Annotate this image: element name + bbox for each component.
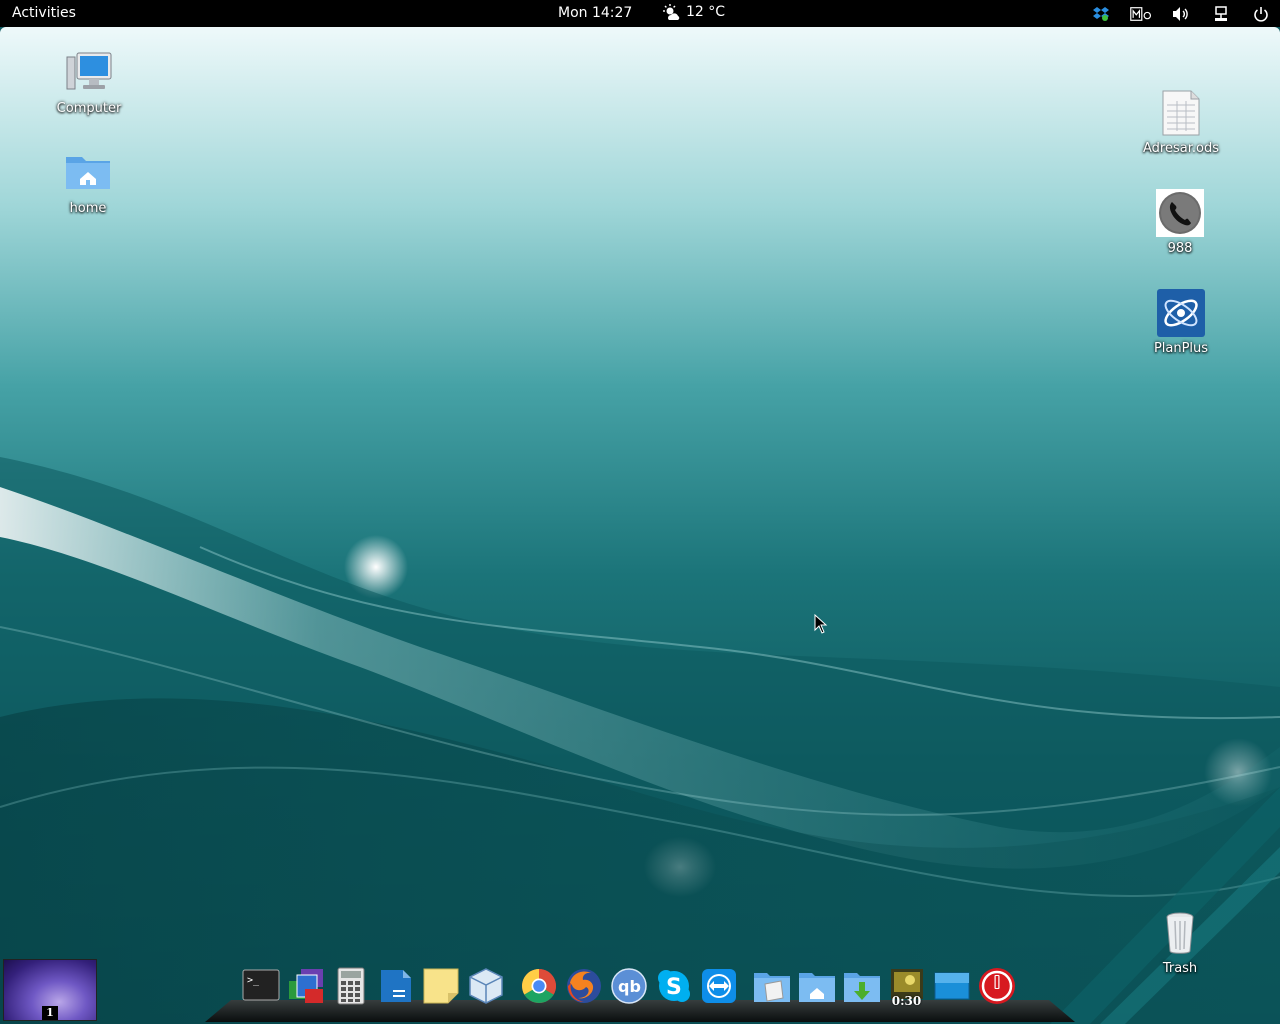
home-folder-icon <box>798 973 835 1002</box>
downloads-folder-icon <box>843 973 880 1002</box>
dock-item-qbittorrent[interactable]: qb <box>606 964 651 1008</box>
sun-cloud-icon <box>663 4 680 20</box>
dock-item-writer[interactable] <box>373 964 418 1008</box>
dock-item-show-desktop[interactable] <box>929 964 974 1008</box>
dock-item-teamviewer[interactable] <box>696 964 741 1008</box>
libreoffice-writer-icon <box>380 970 411 1002</box>
dock-item-virtualbox[interactable] <box>463 964 508 1008</box>
dock-item-image-viewer[interactable] <box>283 964 328 1008</box>
workspace-number: 1 <box>42 1006 58 1020</box>
dock-item-calculator[interactable] <box>328 964 373 1008</box>
dropbox-icon[interactable] <box>1090 3 1112 24</box>
workspace-switcher[interactable]: 1 <box>3 959 97 1021</box>
clock[interactable]: Mon 14:27 <box>558 5 632 21</box>
desktop-icon-988[interactable]: 988 <box>1135 189 1225 256</box>
desktop-icon-adresar[interactable]: Adresar.ods <box>1136 89 1226 156</box>
sticky-notes-icon <box>423 968 458 1004</box>
desktop-icon-label: Computer <box>56 101 122 116</box>
desktop-icon-label: Trash <box>1162 961 1198 976</box>
planplus-icon <box>1157 289 1205 337</box>
svg-text:>_: >_ <box>247 975 260 986</box>
dock-item-notes[interactable] <box>418 964 463 1008</box>
volume-icon[interactable] <box>1170 3 1192 24</box>
desktop-icon-label: PlanPlus <box>1153 341 1209 356</box>
dock-item-video[interactable]: 0:30 <box>884 964 929 1008</box>
dock-item-chrome[interactable] <box>516 964 561 1008</box>
input-method-icon[interactable] <box>1130 3 1152 24</box>
temperature-label: 12 °C <box>686 4 726 20</box>
show-desktop-icon <box>934 972 969 1000</box>
qbittorrent-icon: qb <box>610 968 647 1004</box>
mouse-cursor-icon <box>814 614 828 634</box>
desktop[interactable]: Computer home Adresar.ods 988 PlanPlus T… <box>0 27 1280 1024</box>
desktop-icon-computer[interactable]: Computer <box>44 49 134 116</box>
desktop-icon-label: 988 <box>1167 241 1193 256</box>
documents-folder-icon <box>753 973 790 1002</box>
dock-item-home[interactable] <box>794 964 839 1008</box>
calculator-icon <box>337 967 364 1005</box>
desktop-icon-label: Adresar.ods <box>1143 141 1219 156</box>
top-bar: Activities Mon 14:27 12 °C <box>0 0 1280 27</box>
activities-button[interactable]: Activities <box>12 5 76 21</box>
skype-icon: S <box>657 970 690 1002</box>
phone-icon <box>1156 189 1204 237</box>
chrome-icon <box>521 969 556 1003</box>
dock-item-documents[interactable] <box>749 964 794 1008</box>
dock-item-downloads[interactable] <box>839 964 884 1008</box>
dock-item-shutdown[interactable] <box>974 964 1019 1008</box>
desktop-icon-home[interactable]: home <box>43 149 133 216</box>
dock-item-firefox[interactable] <box>561 964 606 1008</box>
video-duration-badge: 0:30 <box>891 994 922 1008</box>
desktop-icon-trash[interactable]: Trash <box>1135 909 1225 976</box>
system-tray <box>1090 3 1272 24</box>
spreadsheet-file-icon <box>1162 90 1200 136</box>
svg-text:qb: qb <box>618 977 641 996</box>
weather-indicator[interactable]: 12 °C <box>663 4 725 20</box>
shutdown-icon <box>978 968 1015 1004</box>
dock-item-skype[interactable]: S <box>651 964 696 1008</box>
teamviewer-icon <box>701 969 736 1003</box>
svg-text:S: S <box>666 975 682 1000</box>
trash-icon <box>1166 912 1194 954</box>
wallpaper-waves <box>0 457 1280 1024</box>
firefox-icon <box>566 969 601 1003</box>
virtualbox-icon <box>468 968 503 1004</box>
desktop-icon-label: home <box>69 201 107 216</box>
home-folder-icon <box>66 157 110 189</box>
image-viewer-icon <box>288 969 323 1003</box>
computer-icon <box>66 52 112 90</box>
power-icon[interactable] <box>1250 3 1272 24</box>
dock: >_ qb S 0:30 <box>238 964 1019 1008</box>
dock-item-terminal[interactable]: >_ <box>238 964 283 1008</box>
network-wired-icon[interactable] <box>1210 3 1232 24</box>
desktop-icon-planplus[interactable]: PlanPlus <box>1136 289 1226 356</box>
terminal-icon: >_ <box>242 969 279 1001</box>
